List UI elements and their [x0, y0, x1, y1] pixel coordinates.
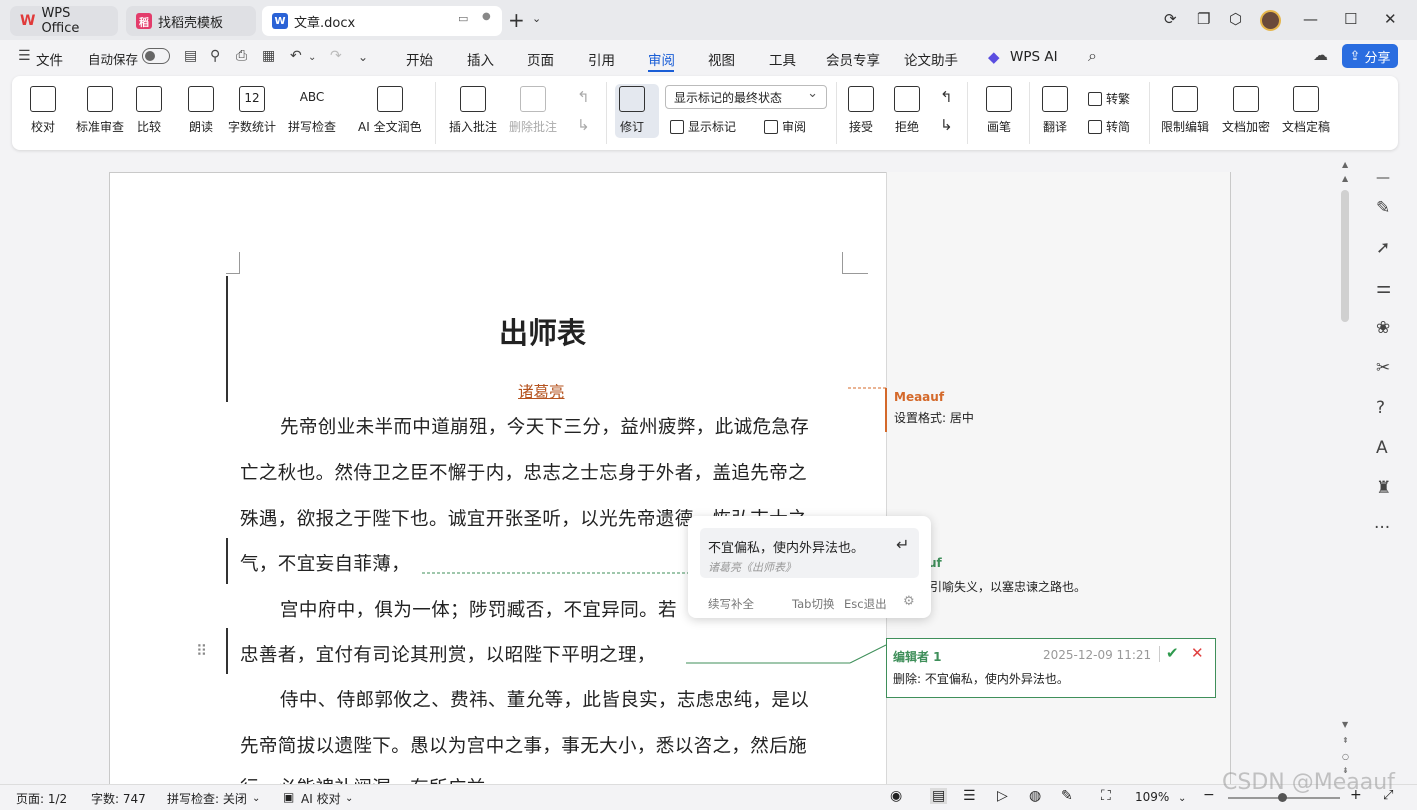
- scroll-up-icon[interactable]: ▲: [1342, 160, 1348, 169]
- esc-hint: Esc退出: [844, 597, 887, 611]
- collapse-icon[interactable]: —: [1376, 170, 1390, 186]
- prev-page-icon[interactable]: ⇞: [1342, 736, 1349, 745]
- continue-writing-label[interactable]: 续写补全: [708, 596, 754, 612]
- suggestion-text: 不宜偏私，使内外异法也。: [708, 541, 865, 556]
- pen-mode-icon[interactable]: ✎: [1061, 788, 1073, 804]
- zoom-level[interactable]: 109%: [1135, 790, 1169, 804]
- comment-text: 设置格式: 居中: [894, 411, 974, 425]
- clothing-icon[interactable]: ♜: [1376, 478, 1391, 498]
- page-count[interactable]: 页面: 1/2: [16, 790, 67, 807]
- comment-author: Meaauf: [894, 390, 945, 404]
- settings-icon[interactable]: ⚙: [903, 594, 915, 609]
- comment-author: 编辑者 1: [893, 650, 942, 664]
- chevron-down-icon[interactable]: ⌄: [345, 793, 353, 804]
- more-icon[interactable]: ···: [1374, 518, 1390, 538]
- fit-page-icon[interactable]: ⛶: [1101, 788, 1111, 804]
- zoom-out-icon[interactable]: −: [1203, 787, 1215, 803]
- divider: [1159, 646, 1160, 662]
- watermark: CSDN @Meaauf: [1222, 770, 1395, 795]
- comment-text: 引喻失义，以塞忠谏之路也。: [930, 580, 1087, 594]
- reject-change-icon[interactable]: ✕: [1191, 644, 1204, 662]
- enter-icon: ↵: [896, 535, 910, 554]
- comment-card-active[interactable]: 编辑者 1 2025-12-09 11:21 ✔ ✕ 删除: 不宜偏私，使内外异…: [886, 638, 1216, 698]
- translate-side-icon[interactable]: A: [1376, 438, 1388, 458]
- play-icon[interactable]: ▷: [997, 788, 1008, 804]
- comment-marker: [885, 388, 887, 432]
- chevron-down-icon[interactable]: ⌄: [252, 793, 260, 804]
- tools-icon[interactable]: ✂: [1376, 358, 1390, 378]
- eye-icon[interactable]: ◉: [890, 788, 902, 804]
- accept-change-icon[interactable]: ✔: [1166, 644, 1179, 662]
- status-bar: 页面: 1/2 字数: 747 拼写检查: 关闭 ⌄ ▣ AI 校对 ⌄ ◉ ▤…: [0, 784, 1417, 810]
- adjust-icon[interactable]: ⚌: [1376, 278, 1391, 298]
- suggestion-source: 诸葛亮《出师表》: [708, 561, 796, 574]
- word-count[interactable]: 字数: 747: [91, 790, 146, 807]
- help-icon[interactable]: ?: [1376, 398, 1385, 418]
- scroll-down-icon[interactable]: ▼: [1342, 720, 1348, 729]
- format-icon[interactable]: ❀: [1376, 318, 1390, 338]
- comment-card[interactable]: Meaauf 设置格式: 居中: [894, 390, 974, 426]
- comment-text: 删除: 不宜偏私，使内外异法也。: [893, 672, 1069, 686]
- suggestion-item[interactable]: 不宜偏私，使内外异法也。 ↵ 诸葛亮《出师表》: [700, 528, 919, 578]
- ai-proof-status[interactable]: AI 校对: [301, 790, 341, 807]
- edit-pen-icon[interactable]: ✎: [1376, 198, 1390, 218]
- vertical-scrollbar[interactable]: [1341, 190, 1349, 322]
- ai-suggestion-popup: 不宜偏私，使内外异法也。 ↵ 诸葛亮《出师表》 续写补全 Tab切换 Esc退出…: [688, 516, 931, 618]
- outline-view-icon[interactable]: ☰: [963, 788, 976, 804]
- web-view-icon[interactable]: ◍: [1029, 788, 1041, 804]
- ai-proof-icon: ▣: [283, 790, 295, 804]
- scroll-top-icon[interactable]: ▲: [1342, 174, 1348, 183]
- tab-hint: Tab切换: [792, 597, 835, 611]
- comment-date: 2025-12-09 11:21: [1043, 648, 1152, 662]
- select-cursor-icon[interactable]: ➚: [1376, 238, 1390, 258]
- page-select-icon[interactable]: ○: [1342, 752, 1349, 761]
- spell-check-status[interactable]: 拼写检查: 关闭: [167, 790, 247, 807]
- right-sidebar: — ✎ ➚ ⚌ ❀ ✂ ? A ♜ ···: [1366, 160, 1402, 560]
- chevron-down-icon[interactable]: ⌄: [1178, 793, 1186, 804]
- page-view-icon[interactable]: ▤: [930, 788, 948, 804]
